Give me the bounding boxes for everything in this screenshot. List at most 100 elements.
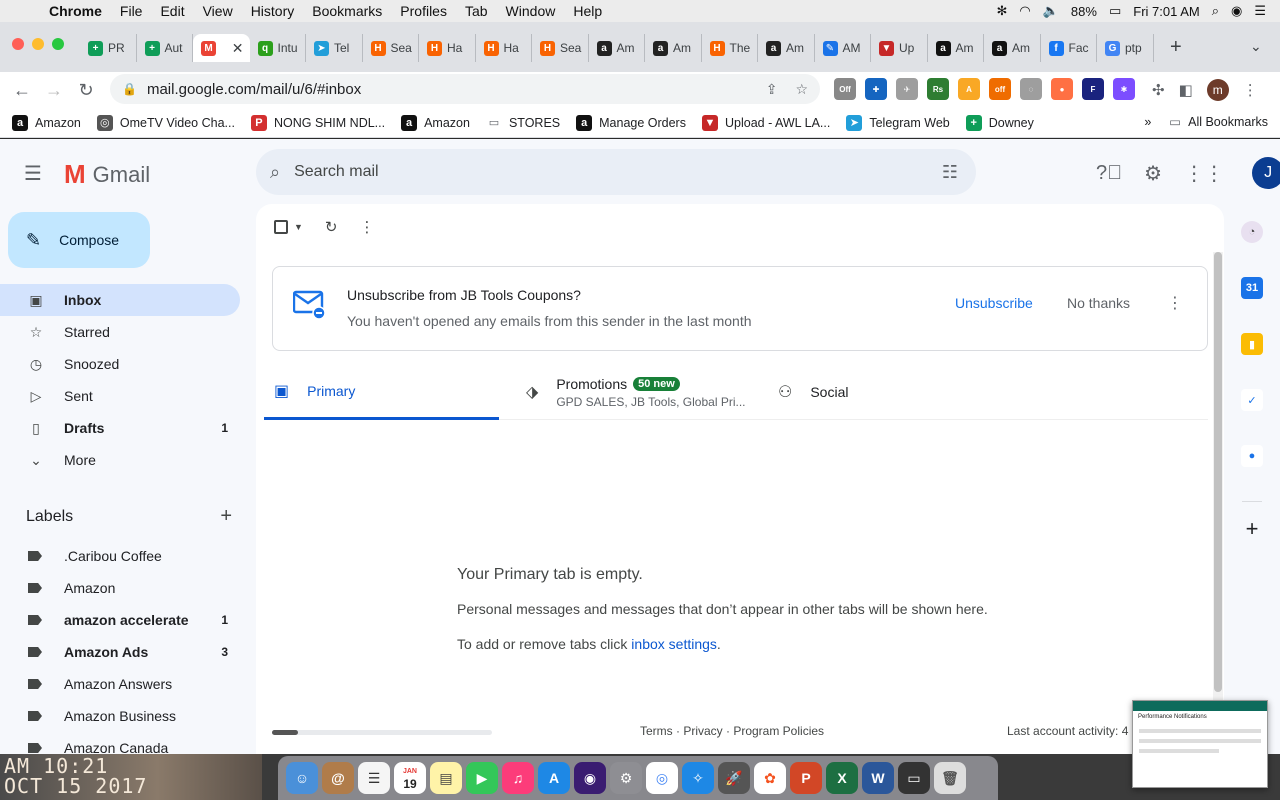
extension-icon[interactable]: ◌ <box>1020 78 1042 100</box>
battery-icon[interactable]: ▭ <box>1109 3 1121 19</box>
nav-item-sent[interactable]: ▷ Sent <box>0 380 240 412</box>
extension-icon[interactable]: Off <box>834 78 856 100</box>
browser-tab[interactable]: a Am <box>984 34 1041 62</box>
banner-more-icon[interactable]: ⋮ <box>1167 293 1183 313</box>
browser-tab[interactable]: ▼ Up <box>871 34 928 62</box>
extension-icon[interactable]: ✚ <box>865 78 887 100</box>
system-preferences-icon[interactable]: ⚙ <box>610 762 642 794</box>
menu-app-name[interactable]: Chrome <box>40 3 111 19</box>
extension-icon[interactable]: A <box>958 78 980 100</box>
calendar-icon[interactable]: 31 <box>1241 277 1263 299</box>
bookmarks-overflow-icon[interactable]: » <box>1144 115 1151 129</box>
bookmark-item[interactable]: + Downey <box>965 114 1034 131</box>
volume-icon[interactable]: 🔈 <box>1043 3 1059 19</box>
calendar-app-icon[interactable]: JAN 19 <box>394 762 426 794</box>
word-icon[interactable]: W <box>862 762 894 794</box>
label-item[interactable]: amazon accelerate 1 <box>0 604 240 636</box>
notes-icon[interactable]: ▤ <box>430 762 462 794</box>
nav-item-more[interactable]: ⌄ More <box>0 444 240 476</box>
search-input[interactable] <box>294 163 942 181</box>
browser-tab[interactable]: a Am <box>589 34 645 62</box>
label-item[interactable]: .Caribou Coffee <box>0 540 240 572</box>
address-bar[interactable]: 🔒 mail.google.com/mail/u/6/#inbox ⇪ ☆ <box>110 74 820 104</box>
browser-tab[interactable]: H Ha <box>476 34 532 62</box>
label-item[interactable]: Amazon Canada <box>0 732 240 754</box>
app-store-icon[interactable]: A <box>538 762 570 794</box>
extension-icon[interactable]: F <box>1082 78 1104 100</box>
browser-tab[interactable]: ➤ Tel <box>306 34 363 62</box>
menu-bookmarks[interactable]: Bookmarks <box>303 3 391 19</box>
siri-app-icon[interactable]: ◉ <box>574 762 606 794</box>
help-icon[interactable]: ?⃝ <box>1096 162 1122 185</box>
more-options-icon[interactable]: ⋮ <box>360 218 375 236</box>
label-item[interactable]: Amazon Answers <box>0 668 240 700</box>
select-all-checkbox[interactable] <box>274 220 288 234</box>
menu-profiles[interactable]: Profiles <box>391 3 456 19</box>
horizontal-scrollbar[interactable] <box>272 730 492 735</box>
tab-promotions[interactable]: ⬗ Promotions 50 new GPD SALES, JB Tools,… <box>526 364 756 420</box>
powerpoint-icon[interactable]: P <box>790 762 822 794</box>
music-icon[interactable]: ♫ <box>502 762 534 794</box>
search-options-icon[interactable]: ☷ <box>942 162 958 183</box>
menu-help[interactable]: Help <box>564 3 611 19</box>
excel-icon[interactable]: X <box>826 762 858 794</box>
reload-icon[interactable]: ↻ <box>70 80 102 101</box>
browser-tab[interactable]: ✎ AM <box>815 34 871 62</box>
label-item[interactable]: Amazon Business <box>0 700 240 732</box>
bookmark-item[interactable]: ➤ Telegram Web <box>846 114 950 131</box>
vertical-scrollbar[interactable] <box>1213 252 1223 752</box>
chrome-dock-icon[interactable]: ◎ <box>646 762 678 794</box>
browser-tab[interactable]: a Am <box>758 34 815 62</box>
share-icon[interactable]: ⇪ <box>766 81 778 98</box>
browser-tab[interactable]: + Aut <box>137 34 193 62</box>
main-menu-icon[interactable]: ☰ <box>24 161 42 186</box>
label-item[interactable]: Amazon <box>0 572 240 604</box>
new-tab-button[interactable]: + <box>1170 36 1182 59</box>
reminders-icon[interactable]: ☰ <box>358 762 390 794</box>
zoom-window-button[interactable] <box>52 38 64 50</box>
settings-gear-icon[interactable]: ⚙ <box>1144 161 1162 186</box>
browser-tab[interactable]: q Intu <box>250 34 306 62</box>
bookmark-item[interactable]: a Amazon <box>12 114 81 131</box>
chrome-menu-icon[interactable]: ⋮ <box>1243 81 1258 99</box>
back-icon[interactable]: ← <box>6 80 38 101</box>
create-label-icon[interactable]: + <box>220 505 232 528</box>
profile-avatar[interactable]: m <box>1206 79 1229 101</box>
tab-social[interactable]: ⚇ Social <box>778 364 978 420</box>
search-icon[interactable]: ⌕ <box>270 162 280 183</box>
footer-links[interactable]: Terms · Privacy · Program Policies <box>640 724 824 738</box>
extensions-puzzle-icon[interactable]: ✣ <box>1152 81 1165 99</box>
extension-icon[interactable]: ✈ <box>896 78 918 100</box>
contacts-app-icon[interactable]: @ <box>322 762 354 794</box>
menu-view[interactable]: View <box>194 3 242 19</box>
screenshot-thumbnail[interactable]: Performance Notifications <box>1132 700 1268 788</box>
browser-tab[interactable]: H Sea <box>532 34 589 62</box>
photos-icon[interactable]: ✿ <box>754 762 786 794</box>
wifi-icon[interactable]: ◠ <box>1019 3 1030 19</box>
extension-icon[interactable]: ● <box>1051 78 1073 100</box>
menu-file[interactable]: File <box>111 3 152 19</box>
menu-tab[interactable]: Tab <box>456 3 497 19</box>
browser-tab[interactable]: a Am <box>928 34 984 62</box>
tab-primary[interactable]: ▣ Primary <box>264 364 499 420</box>
compose-button[interactable]: ✎ Compose <box>8 212 150 268</box>
browser-tab[interactable]: H The <box>702 34 758 62</box>
browser-tab[interactable]: M ✕ <box>193 34 250 62</box>
control-center-icon[interactable]: ☰ <box>1254 3 1266 19</box>
browser-tab[interactable]: H Sea <box>363 34 419 62</box>
keep-icon[interactable]: ▮ <box>1241 333 1263 355</box>
bookmark-item[interactable]: ▼ Upload - AWL LA... <box>701 114 830 131</box>
account-avatar[interactable]: J <box>1252 157 1280 189</box>
nav-item-starred[interactable]: ☆ Starred <box>0 316 240 348</box>
select-dropdown-icon[interactable]: ▼ <box>294 222 303 232</box>
bookmark-item[interactable]: ▭ STORES <box>485 114 560 131</box>
side-panel-icon[interactable]: ◧ <box>1179 81 1193 99</box>
lock-icon[interactable]: 🔒 <box>122 82 137 96</box>
google-apps-icon[interactable]: ⋮⋮ <box>1184 161 1224 186</box>
browser-tab[interactable]: H Ha <box>419 34 476 62</box>
get-addons-icon[interactable]: + <box>1241 516 1263 541</box>
nav-item-snoozed[interactable]: ◷ Snoozed <box>0 348 240 380</box>
refresh-icon[interactable]: ↻ <box>325 218 338 236</box>
bookmark-item[interactable]: P NONG SHIM NDL... <box>250 114 385 131</box>
browser-tab[interactable]: f Fac <box>1041 34 1097 62</box>
